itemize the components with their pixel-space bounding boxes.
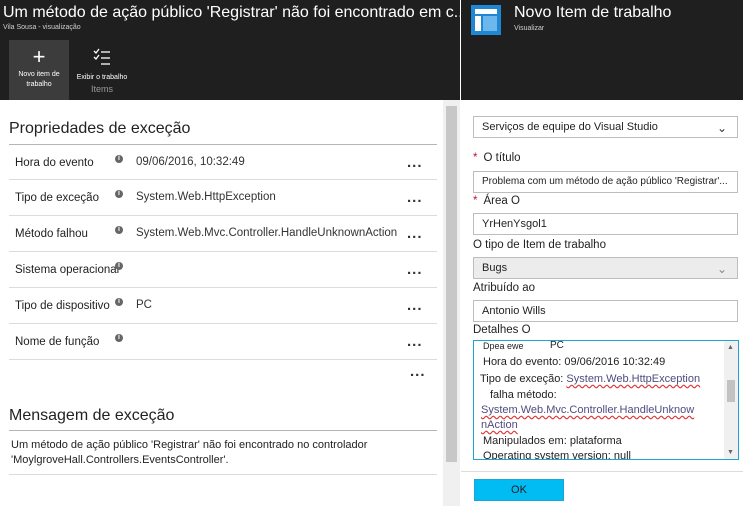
connector-select-value: Serviços de equipe do Visual Studio — [482, 121, 658, 133]
blade-subtitle: Vila Sousa - visualização — [3, 24, 81, 31]
info-icon[interactable]: i — [115, 298, 123, 306]
area-input-value: YrHenYsgol1 — [482, 218, 547, 230]
details-line: System.Web.Mvc.Controller.HandleUnknow — [481, 404, 695, 416]
work-item-blade-icon — [471, 5, 501, 35]
exception-properties-heading: Propriedades de exceção — [9, 120, 191, 137]
divider — [9, 474, 437, 475]
info-icon[interactable]: i — [115, 190, 123, 198]
property-name: Método falhou — [15, 228, 88, 240]
blade-subtitle: Visualizar — [514, 25, 545, 32]
new-work-item-blade: Novo Item de trabalho Visualizar Serviço… — [461, 0, 743, 506]
property-value: PC — [136, 299, 152, 311]
details-line: falha método: — [490, 389, 557, 401]
plus-icon: + — [32, 44, 46, 69]
details-line: nAction — [481, 419, 518, 431]
new-work-item-label-line1: Novo item de — [18, 71, 60, 78]
required-marker: * — [473, 152, 478, 164]
property-name: Nome de função — [15, 336, 100, 348]
assigned-to-label: Atribuído ao — [473, 282, 536, 294]
title-label-text: O título — [483, 152, 521, 164]
blade-title: Novo Item de trabalho — [514, 4, 672, 21]
view-work-items-label-line1: Exibir o trabalho — [76, 74, 128, 81]
area-input[interactable]: YrHenYsgol1 — [473, 213, 738, 235]
row-menu-ellipsis-icon[interactable]: ... — [407, 333, 423, 350]
info-icon[interactable]: i — [115, 155, 123, 163]
details-line: PC — [550, 340, 564, 351]
property-name: Hora do evento — [15, 157, 94, 169]
property-value: 09/06/2016, 10:32:49 — [136, 156, 245, 168]
work-item-type-value: Bugs — [482, 262, 508, 274]
exception-type-link[interactable]: System.Web.HttpException — [566, 373, 700, 385]
title-input-value: Problema com um método de ação público '… — [482, 176, 728, 187]
details-line: Hora do evento: 09/06/2016 10:32:49 — [483, 356, 666, 368]
new-work-item-button[interactable]: + Novo item de trabalho — [9, 40, 69, 100]
property-value: System.Web.HttpException — [136, 191, 276, 203]
row-menu-ellipsis-icon[interactable]: ... — [407, 225, 423, 242]
property-name: Sistema operacional — [15, 264, 120, 276]
required-marker: * — [473, 195, 478, 207]
details-line: Tipo de exceção: System.Web.HttpExceptio… — [480, 373, 701, 385]
property-name: Tipo de dispositivo — [15, 300, 110, 312]
blade-scrollbar-thumb[interactable] — [446, 106, 457, 462]
new-work-item-label-line2: trabalho — [26, 81, 52, 88]
details-line: Manipulados em: plataforma — [483, 435, 622, 447]
exception-properties-table: Hora do evento i 09/06/2016, 10:32:49 ..… — [9, 144, 437, 360]
scroll-up-icon[interactable]: ▲ — [727, 344, 734, 351]
divider — [461, 471, 743, 472]
info-icon[interactable]: i — [115, 262, 123, 270]
work-item-type-select[interactable]: Bugs ⌄ — [473, 257, 738, 279]
area-field-label: * Área O — [473, 195, 520, 207]
details-scrollbar[interactable]: ▲ ▼ — [724, 341, 738, 459]
info-icon[interactable]: i — [115, 226, 123, 234]
property-row-operating-system: Sistema operacional i ... — [9, 252, 437, 288]
divider — [9, 430, 437, 431]
blade-title: Um método de ação público 'Registrar' nã… — [3, 4, 468, 21]
property-row-event-time: Hora do evento i 09/06/2016, 10:32:49 ..… — [9, 144, 437, 180]
property-name: Tipo de exceção — [15, 192, 99, 204]
scrollbar-thumb[interactable] — [727, 380, 735, 402]
details-textarea[interactable]: Dpea ewe PC Hora do evento: 09/06/2016 1… — [473, 340, 739, 460]
property-value: System.Web.Mvc.Controller.HandleUnknownA… — [136, 227, 398, 239]
row-menu-ellipsis-icon[interactable]: ... — [407, 154, 423, 171]
view-work-items-button[interactable]: Exibir o trabalho Items — [72, 40, 132, 100]
info-icon[interactable]: i — [115, 334, 123, 342]
scroll-down-icon[interactable]: ▼ — [727, 449, 734, 456]
ok-button[interactable]: OK — [474, 479, 564, 501]
title-field-label: * O título — [473, 152, 521, 164]
exception-message-heading: Mensagem de exceção — [9, 407, 175, 424]
title-input[interactable]: Problema com um método de ação público '… — [473, 171, 738, 193]
chevron-down-icon: ⌄ — [716, 262, 727, 276]
row-menu-ellipsis-icon[interactable]: ... — [407, 297, 423, 314]
property-row-device-type: Tipo de dispositivo i PC ... — [9, 288, 437, 324]
exception-message-text: Um método de ação público 'Registrar' nã… — [11, 439, 368, 466]
checklist-icon — [72, 44, 132, 73]
view-work-items-label-line2: Items — [90, 84, 113, 94]
details-label: Detalhes O — [473, 324, 531, 336]
property-row-role-name: Nome de função i ... — [9, 324, 437, 360]
row-menu-ellipsis-icon[interactable]: ... — [407, 189, 423, 206]
area-label-text: Área O — [483, 195, 520, 207]
connector-select[interactable]: Serviços de equipe do Visual Studio ⌄ — [473, 116, 738, 138]
assigned-to-value: Antonio Wills — [482, 305, 546, 317]
work-item-type-label: O tipo de Item de trabalho — [473, 239, 606, 251]
blade-header: Um método de ação público 'Registrar' nã… — [0, 0, 467, 100]
details-line: Dpea ewe — [483, 341, 524, 351]
property-row-exception-type: Tipo de exceção i System.Web.HttpExcepti… — [9, 180, 437, 216]
row-menu-ellipsis-icon[interactable]: ... — [407, 261, 423, 278]
details-line: Operating system version: null — [483, 450, 631, 460]
exception-blade: Um método de ação público 'Registrar' nã… — [0, 0, 467, 506]
more-properties-ellipsis-icon[interactable]: ... — [410, 363, 426, 380]
property-row-failed-method: Método falhou i System.Web.Mvc.Controlle… — [9, 216, 437, 252]
blade-header: Novo Item de trabalho Visualizar — [461, 0, 743, 100]
assigned-to-input[interactable]: Antonio Wills — [473, 300, 738, 322]
chevron-down-icon: ⌄ — [716, 121, 727, 135]
